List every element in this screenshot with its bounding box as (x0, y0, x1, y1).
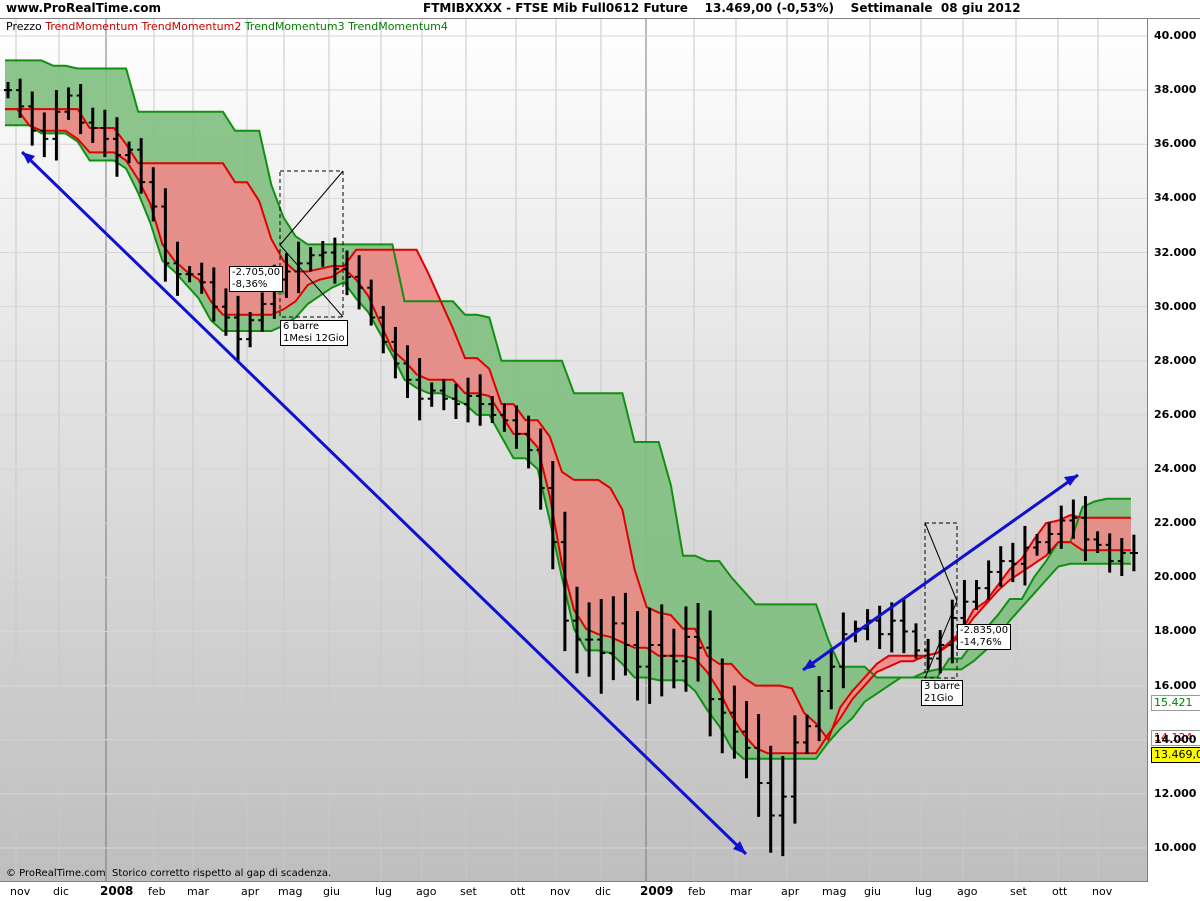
chart-title: FTMIBXXXX - FTSE Mib Full0612 Future 13.… (423, 1, 1021, 15)
x-tick-label: nov (10, 885, 31, 898)
x-tick-label: ago (416, 885, 437, 898)
y-tick-label: 16.000 (1154, 678, 1197, 692)
copyright-notice: © ProRealTime.com Storico corretto rispe… (6, 868, 332, 879)
indicator-legend: Prezzo TrendMomentum TrendMomentum2 Tren… (6, 20, 448, 33)
measure-diagonal-1 (279, 170, 344, 246)
y-tick-label: 30.000 (1154, 299, 1197, 313)
y-tick-label: 14.000 (1154, 732, 1197, 746)
y-tick-label: 34.000 (1154, 191, 1197, 205)
x-tick-label: dic (595, 885, 612, 898)
price-tag-last: 13.469,0 (1151, 747, 1200, 763)
y-tick-label: 36.000 (1154, 137, 1197, 151)
legend-item: TrendMomentum4 (348, 20, 448, 33)
y-tick-label: 40.000 (1154, 29, 1197, 42)
x-tick-label: apr (241, 885, 260, 898)
y-tick-label: 26.000 (1154, 407, 1197, 421)
x-tick-label: giu (864, 885, 882, 898)
annotation-2-span: 21Gio (924, 693, 954, 704)
x-tick-label: ott (510, 885, 526, 898)
x-tick-label: mar (730, 885, 752, 898)
x-tick-label: lug (915, 885, 933, 898)
x-tick-label: dic (53, 885, 70, 898)
x-tick-label: mar (187, 885, 209, 898)
site-name[interactable]: www.ProRealTime.com (6, 1, 161, 15)
price-chart[interactable] (0, 19, 1147, 881)
legend-item: TrendMomentum2 (141, 20, 245, 33)
y-tick-label: 20.000 (1154, 570, 1197, 584)
annotation-1-bars[interactable]: 6 barre 1Mesi 12Gio (280, 320, 348, 346)
annotation-2-pct: -14,76% (960, 637, 1002, 648)
x-tick-label: giu (323, 885, 341, 898)
legend-item: TrendMomentum3 (244, 20, 349, 33)
y-tick-label: 38.000 (1154, 83, 1197, 97)
x-tick-label: nov (1092, 885, 1113, 898)
legend-item: TrendMomentum (45, 20, 142, 33)
annotation-1-value: -2.705,00 (232, 267, 281, 278)
annotation-1-pct: -8,36% (232, 279, 268, 290)
price-tag-green: 15.421 (1151, 695, 1200, 711)
x-tick-label: ott (1052, 885, 1068, 898)
x-tick-label: apr (781, 885, 800, 898)
annotation-1-count: 6 barre (283, 321, 319, 332)
y-tick-label: 18.000 (1154, 624, 1197, 638)
annotation-2-count: 3 barre (924, 681, 960, 692)
annotation-2-bars[interactable]: 3 barre 21Gio (921, 680, 963, 706)
annotation-2-value: -2.835,00 (960, 625, 1009, 636)
y-tick-label: 22.000 (1154, 516, 1197, 530)
x-tick-label: lug (375, 885, 393, 898)
x-tick-label: 2009 (640, 884, 674, 898)
annotation-1-span: 1Mesi 12Gio (283, 333, 345, 344)
y-tick-label: 32.000 (1154, 245, 1197, 259)
x-tick-label: set (1010, 885, 1027, 898)
measure-diagonal-2 (924, 522, 958, 602)
y-tick-label: 10.000 (1154, 841, 1197, 854)
x-tick-label: mag (278, 885, 303, 898)
legend-item: Prezzo (6, 20, 46, 33)
x-tick-label: feb (688, 885, 706, 898)
y-tick-label: 24.000 (1154, 462, 1197, 476)
annotation-2-change[interactable]: -2.835,00 -14,76% (957, 624, 1012, 650)
title-bar: www.ProRealTime.com FTMIBXXXX - FTSE Mib… (0, 0, 1200, 19)
y-tick-label: 28.000 (1154, 353, 1197, 367)
x-tick-label: ago (957, 885, 978, 898)
annotation-1-change[interactable]: -2.705,00 -8,36% (229, 266, 284, 292)
x-tick-label: nov (550, 885, 571, 898)
x-tick-label: mag (822, 885, 847, 898)
x-tick-label: 2008 (100, 884, 134, 898)
y-tick-label: 12.000 (1154, 786, 1197, 800)
x-tick-label: set (460, 885, 477, 898)
x-tick-label: feb (148, 885, 166, 898)
